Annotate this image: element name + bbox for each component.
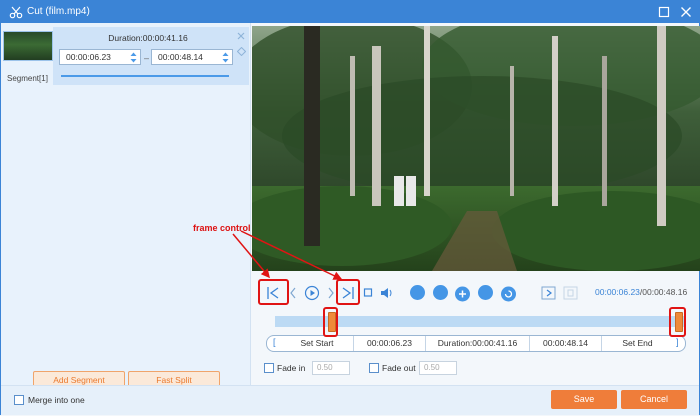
stop-icon[interactable] <box>363 284 373 302</box>
spinner-icon[interactable] <box>130 51 137 64</box>
crop-icon[interactable] <box>410 285 425 300</box>
maximize-icon[interactable] <box>656 4 672 20</box>
volume-icon[interactable] <box>380 284 394 302</box>
end-time-field[interactable]: 00:00:48.14 <box>529 336 601 351</box>
add-icon[interactable] <box>455 285 470 303</box>
fade-in-label: Fade in <box>277 363 306 373</box>
annotation-box-start-handle <box>323 307 338 337</box>
title-bar: Cut (film.mp4) <box>1 1 699 23</box>
annotation-box-prev-frame <box>258 279 289 305</box>
video-preview[interactable] <box>252 26 700 271</box>
trim-info-bar: [ Set Start 00:00:06.23 Duration:00:00:4… <box>266 335 686 352</box>
duration-value: Duration:00:00:41.16 <box>425 336 529 351</box>
save-button[interactable]: Save <box>551 390 617 409</box>
jump-to-start-icon[interactable] <box>541 284 557 302</box>
fade-out-duration-field[interactable]: 0.50 <box>419 361 457 375</box>
segment-editor: Duration:00:00:41.16 00:00:06.23 – 00:00… <box>53 27 249 85</box>
close-icon[interactable] <box>678 4 694 20</box>
segment-duration: Duration:00:00:41.16 <box>108 33 188 43</box>
bracket-left-icon: [ <box>273 337 276 347</box>
window-title: Cut (film.mp4) <box>27 6 90 17</box>
segment-thumbnail <box>3 31 53 61</box>
previous-icon[interactable] <box>289 284 297 302</box>
reset-icon[interactable] <box>501 285 516 303</box>
annotation-box-end-handle <box>669 307 686 337</box>
set-start-button[interactable]: Set Start <box>281 336 353 351</box>
delete-segment-icon[interactable] <box>237 32 245 40</box>
segment-progress-bar <box>61 75 229 77</box>
cancel-button[interactable]: Cancel <box>621 390 687 409</box>
forest-scene-image <box>252 26 700 271</box>
fade-in-duration-field[interactable]: 0.50 <box>312 361 350 375</box>
segment-end-value: 00:00:48.14 <box>158 52 203 62</box>
copy-segment-icon[interactable] <box>237 47 246 56</box>
segment-start-value: 00:00:06.23 <box>66 52 111 62</box>
copy-icon[interactable] <box>478 285 493 300</box>
rotate-icon[interactable] <box>433 285 448 300</box>
fade-in-checkbox[interactable] <box>264 363 274 373</box>
segment-panel: Segment[1] Duration:00:00:41.16 00:00:06… <box>1 23 251 389</box>
annotation-box-next-frame <box>336 279 360 305</box>
fade-out-checkbox[interactable] <box>369 363 379 373</box>
merge-label: Merge into one <box>28 395 85 405</box>
cut-window: Cut (film.mp4) Segment[1] Duration:00:00… <box>0 0 700 415</box>
start-time-field[interactable]: 00:00:06.23 <box>353 336 425 351</box>
play-icon[interactable] <box>304 284 320 302</box>
segment-start-time-field[interactable]: 00:00:06.23 <box>59 49 141 65</box>
segment-label: Segment[1] <box>7 74 48 83</box>
jump-to-end-icon[interactable] <box>563 284 579 302</box>
merge-checkbox[interactable] <box>14 395 24 405</box>
current-time: 00:00:06.23 <box>595 287 640 297</box>
scissors-icon <box>9 6 23 19</box>
fade-out-label: Fade out <box>382 363 416 373</box>
bracket-right-icon: ] <box>676 337 679 347</box>
time-readout: 00:00:06.23/00:00:48.16 <box>595 287 687 297</box>
next-icon[interactable] <box>327 284 335 302</box>
segment-end-time-field[interactable]: 00:00:48.14 <box>151 49 233 65</box>
set-end-button[interactable]: Set End <box>601 336 673 351</box>
total-time: /00:00:48.16 <box>639 287 688 297</box>
range-dash: – <box>144 53 150 63</box>
spinner-icon[interactable] <box>222 51 229 64</box>
frame-control-annotation: frame control <box>193 223 251 233</box>
segment-item[interactable]: Segment[1] Duration:00:00:41.16 00:00:06… <box>1 27 251 85</box>
